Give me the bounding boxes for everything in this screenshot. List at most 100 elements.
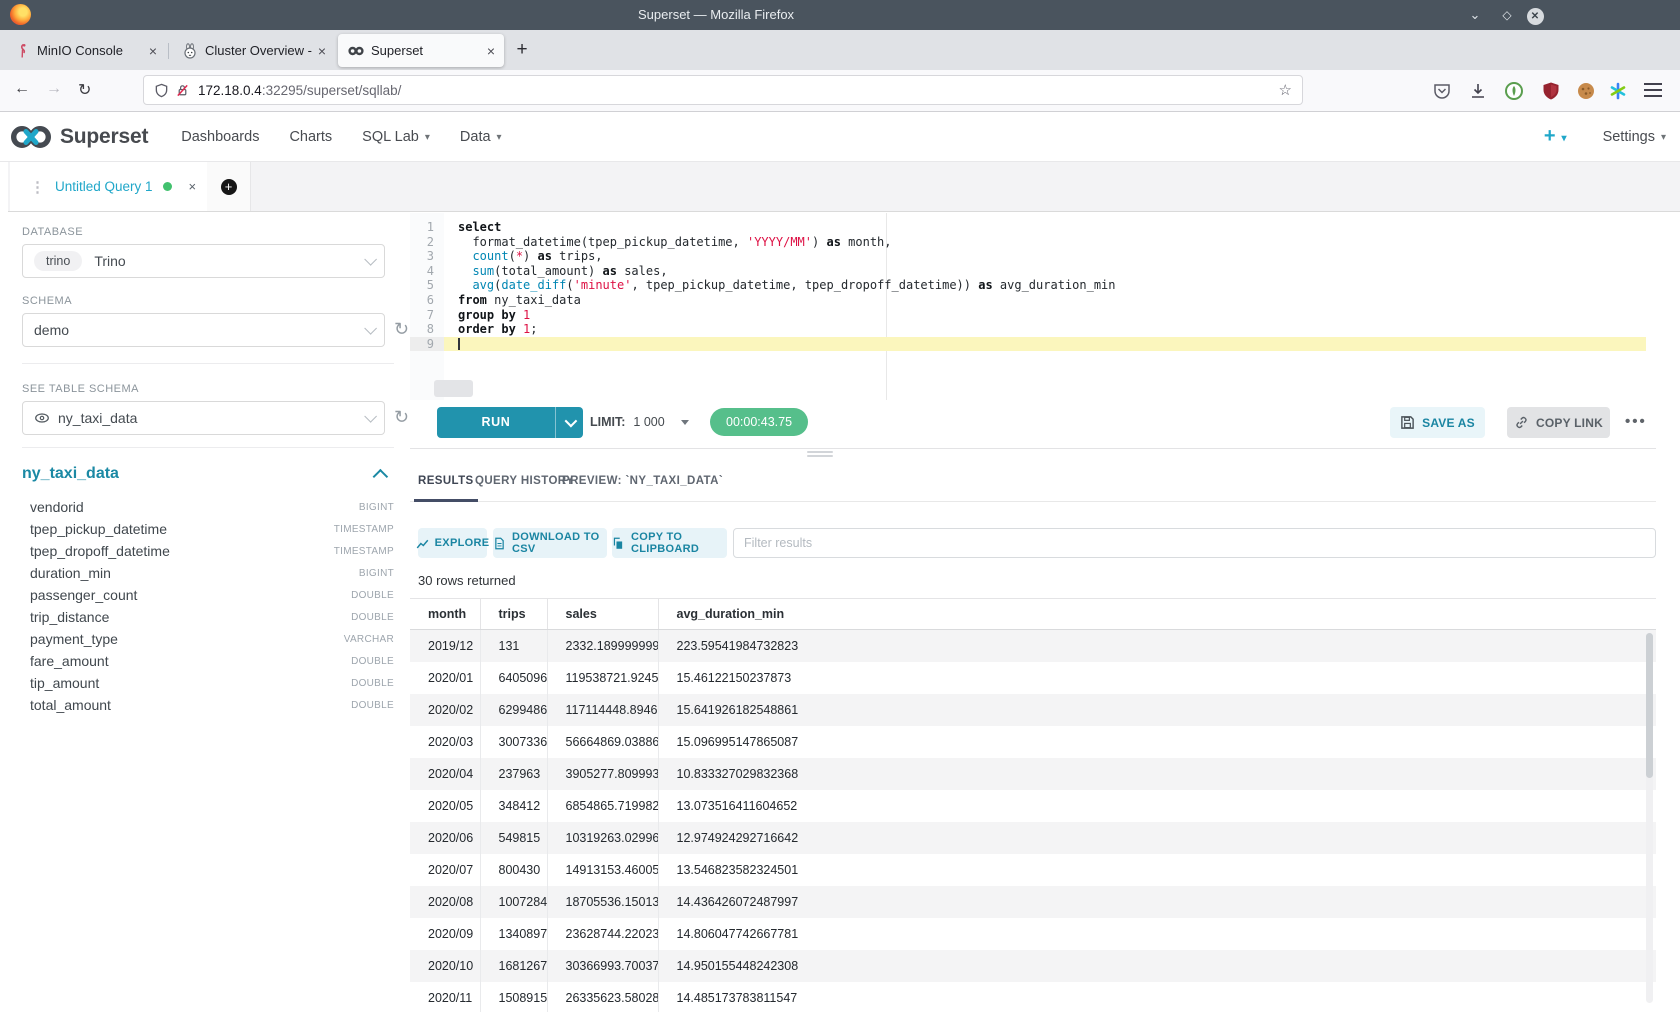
download-icon[interactable] — [1468, 81, 1488, 101]
caret-down-icon — [681, 420, 689, 425]
run-dropdown[interactable] — [555, 407, 583, 438]
superset-logo[interactable]: Superset — [10, 122, 148, 152]
nav-data[interactable]: Data▾ — [445, 129, 517, 145]
drag-handle-icon[interactable]: ⋮ — [30, 178, 45, 196]
tab-close-icon[interactable]: × — [318, 44, 326, 58]
window-minimize-icon[interactable]: ⌄ — [1464, 4, 1486, 26]
column-name: passenger_count — [30, 587, 137, 603]
divider — [22, 447, 394, 448]
tab-separator — [168, 43, 169, 59]
schema-column-row: tip_amountDOUBLE — [22, 672, 394, 694]
copy-link-button[interactable]: COPY LINK — [1507, 407, 1610, 438]
run-button[interactable]: RUN — [437, 407, 583, 438]
bookmark-star-icon[interactable]: ☆ — [1279, 81, 1292, 99]
cookie-icon[interactable] — [1576, 81, 1596, 101]
window-close-icon[interactable]: ✕ — [1524, 4, 1546, 26]
cell: 2020/06 — [410, 822, 480, 854]
column-type: BIGINT — [359, 502, 394, 513]
forward-icon[interactable]: → — [46, 80, 62, 98]
cell: 2020/01 — [410, 662, 480, 694]
table-name-heading[interactable]: ny_taxi_data — [22, 465, 119, 483]
menu-icon[interactable] — [1644, 83, 1662, 97]
table-select[interactable]: ny_taxi_data — [22, 401, 385, 435]
database-select[interactable]: trino Trino — [22, 244, 385, 278]
tab-preview[interactable]: PREVIEW: `NY_TAXI_DATA` — [562, 460, 723, 502]
refresh-tables-icon[interactable]: ↻ — [394, 407, 409, 428]
cell: 14.806047742667781 — [658, 918, 1656, 950]
column-type: DOUBLE — [351, 678, 394, 689]
database-tag: trino — [34, 251, 82, 271]
explore-button[interactable]: EXPLORE — [418, 528, 487, 558]
nav-dashboards[interactable]: Dashboards — [166, 129, 274, 145]
ublock-icon[interactable] — [1541, 81, 1561, 101]
cell: 2020/08 — [410, 886, 480, 918]
column-header[interactable]: month — [410, 599, 480, 630]
cell: 223.59541984732823 — [658, 630, 1656, 662]
nav-sql-lab[interactable]: SQL Lab▾ — [347, 129, 445, 145]
pocket-icon[interactable] — [1432, 81, 1452, 101]
cell: 1508915 — [480, 982, 547, 1012]
run-label[interactable]: RUN — [437, 407, 555, 438]
schema-select[interactable]: demo — [22, 313, 385, 347]
tab-query-history[interactable]: QUERY HISTORY — [475, 460, 574, 502]
tab-close-icon[interactable]: × — [149, 44, 157, 58]
add-query-tab-button[interactable]: + — [207, 162, 251, 211]
pane-resize-handle[interactable] — [807, 451, 833, 459]
code-line — [444, 337, 1646, 352]
settings-menu[interactable]: Settings▾ — [1603, 129, 1666, 145]
code-area[interactable]: select format_datetime(tpep_pickup_datet… — [444, 220, 1646, 351]
back-icon[interactable]: ← — [14, 80, 30, 98]
query-tab-close-icon[interactable]: × — [189, 179, 197, 194]
cell: 26335623.58028811 — [547, 982, 658, 1012]
reload-icon[interactable]: ↻ — [78, 80, 91, 100]
column-header[interactable]: avg_duration_min — [658, 599, 1656, 630]
shield-icon[interactable] — [154, 83, 169, 98]
schema-label: SCHEMA — [22, 295, 394, 307]
extension-green-icon[interactable] — [1504, 81, 1524, 101]
brand-name: Superset — [60, 125, 148, 149]
cell: 3905277.8099936238 — [547, 758, 658, 790]
column-header[interactable]: sales — [547, 599, 658, 630]
insecure-lock-icon[interactable] — [175, 83, 190, 98]
new-item-button[interactable]: +▾ — [1544, 125, 1567, 148]
limit-dropdown[interactable]: LIMIT:1 000 — [590, 407, 689, 438]
copy-clipboard-button[interactable]: COPY TO CLIPBOARD — [612, 528, 727, 558]
more-options-icon[interactable]: ••• — [1625, 407, 1647, 438]
schema-column-list: vendoridBIGINTtpep_pickup_datetimeTIMEST… — [22, 496, 394, 716]
url-bar[interactable]: 172.18.0.4:32295/superset/sqllab/ ☆ — [143, 75, 1303, 105]
browser-tab-minio[interactable]: MinIO Console × — [4, 34, 166, 67]
sql-editor[interactable]: 123456789 select format_datetime(tpep_pi… — [410, 213, 1656, 400]
cell: 30366993.700377416 — [547, 950, 658, 982]
chevron-down-icon — [364, 253, 377, 266]
nav-charts[interactable]: Charts — [274, 129, 347, 145]
column-header[interactable]: trips — [480, 599, 547, 630]
save-as-button[interactable]: SAVE AS — [1390, 407, 1485, 438]
clipboard-icon — [612, 537, 625, 550]
download-csv-button[interactable]: DOWNLOAD TO CSV — [493, 528, 607, 558]
cell: 13.073516411604652 — [658, 790, 1656, 822]
browser-tab-trino[interactable]: Cluster Overview - Trino × — [172, 34, 335, 67]
browser-tab-superset[interactable]: Superset × — [338, 34, 504, 67]
refresh-schemas-icon[interactable]: ↻ — [394, 319, 409, 340]
column-type: DOUBLE — [351, 590, 394, 601]
query-tab-label: Untitled Query 1 — [55, 179, 153, 194]
collapse-chevron-icon[interactable] — [373, 468, 389, 484]
query-tab[interactable]: ⋮ Untitled Query 1 × — [10, 162, 208, 211]
scrollbar-thumb[interactable] — [1646, 633, 1653, 778]
url-domain: 172.18.0.4 — [198, 83, 262, 98]
new-tab-icon[interactable]: + — [510, 39, 534, 61]
editor-hscroll-thumb[interactable] — [434, 380, 473, 397]
cell: 2020/07 — [410, 854, 480, 886]
sparkle-extension-icon[interactable] — [1608, 81, 1628, 101]
tab-close-icon[interactable]: × — [487, 44, 495, 58]
window-maximize-icon[interactable]: ◇ — [1496, 4, 1518, 26]
code-line: sum(total_amount) as sales, — [444, 264, 1646, 279]
code-line: count(*) as trips, — [444, 249, 1646, 264]
results-scrollbar[interactable] — [1646, 633, 1653, 1003]
browser-tab-title: Superset — [371, 43, 481, 58]
limit-label: LIMIT: — [590, 415, 625, 429]
query-tab-bar: ⋮ Untitled Query 1 × + — [8, 162, 1680, 212]
tab-results[interactable]: RESULTS — [418, 460, 474, 502]
chevron-down-icon: ▾ — [1562, 133, 1567, 144]
filter-results-input[interactable] — [733, 528, 1656, 558]
